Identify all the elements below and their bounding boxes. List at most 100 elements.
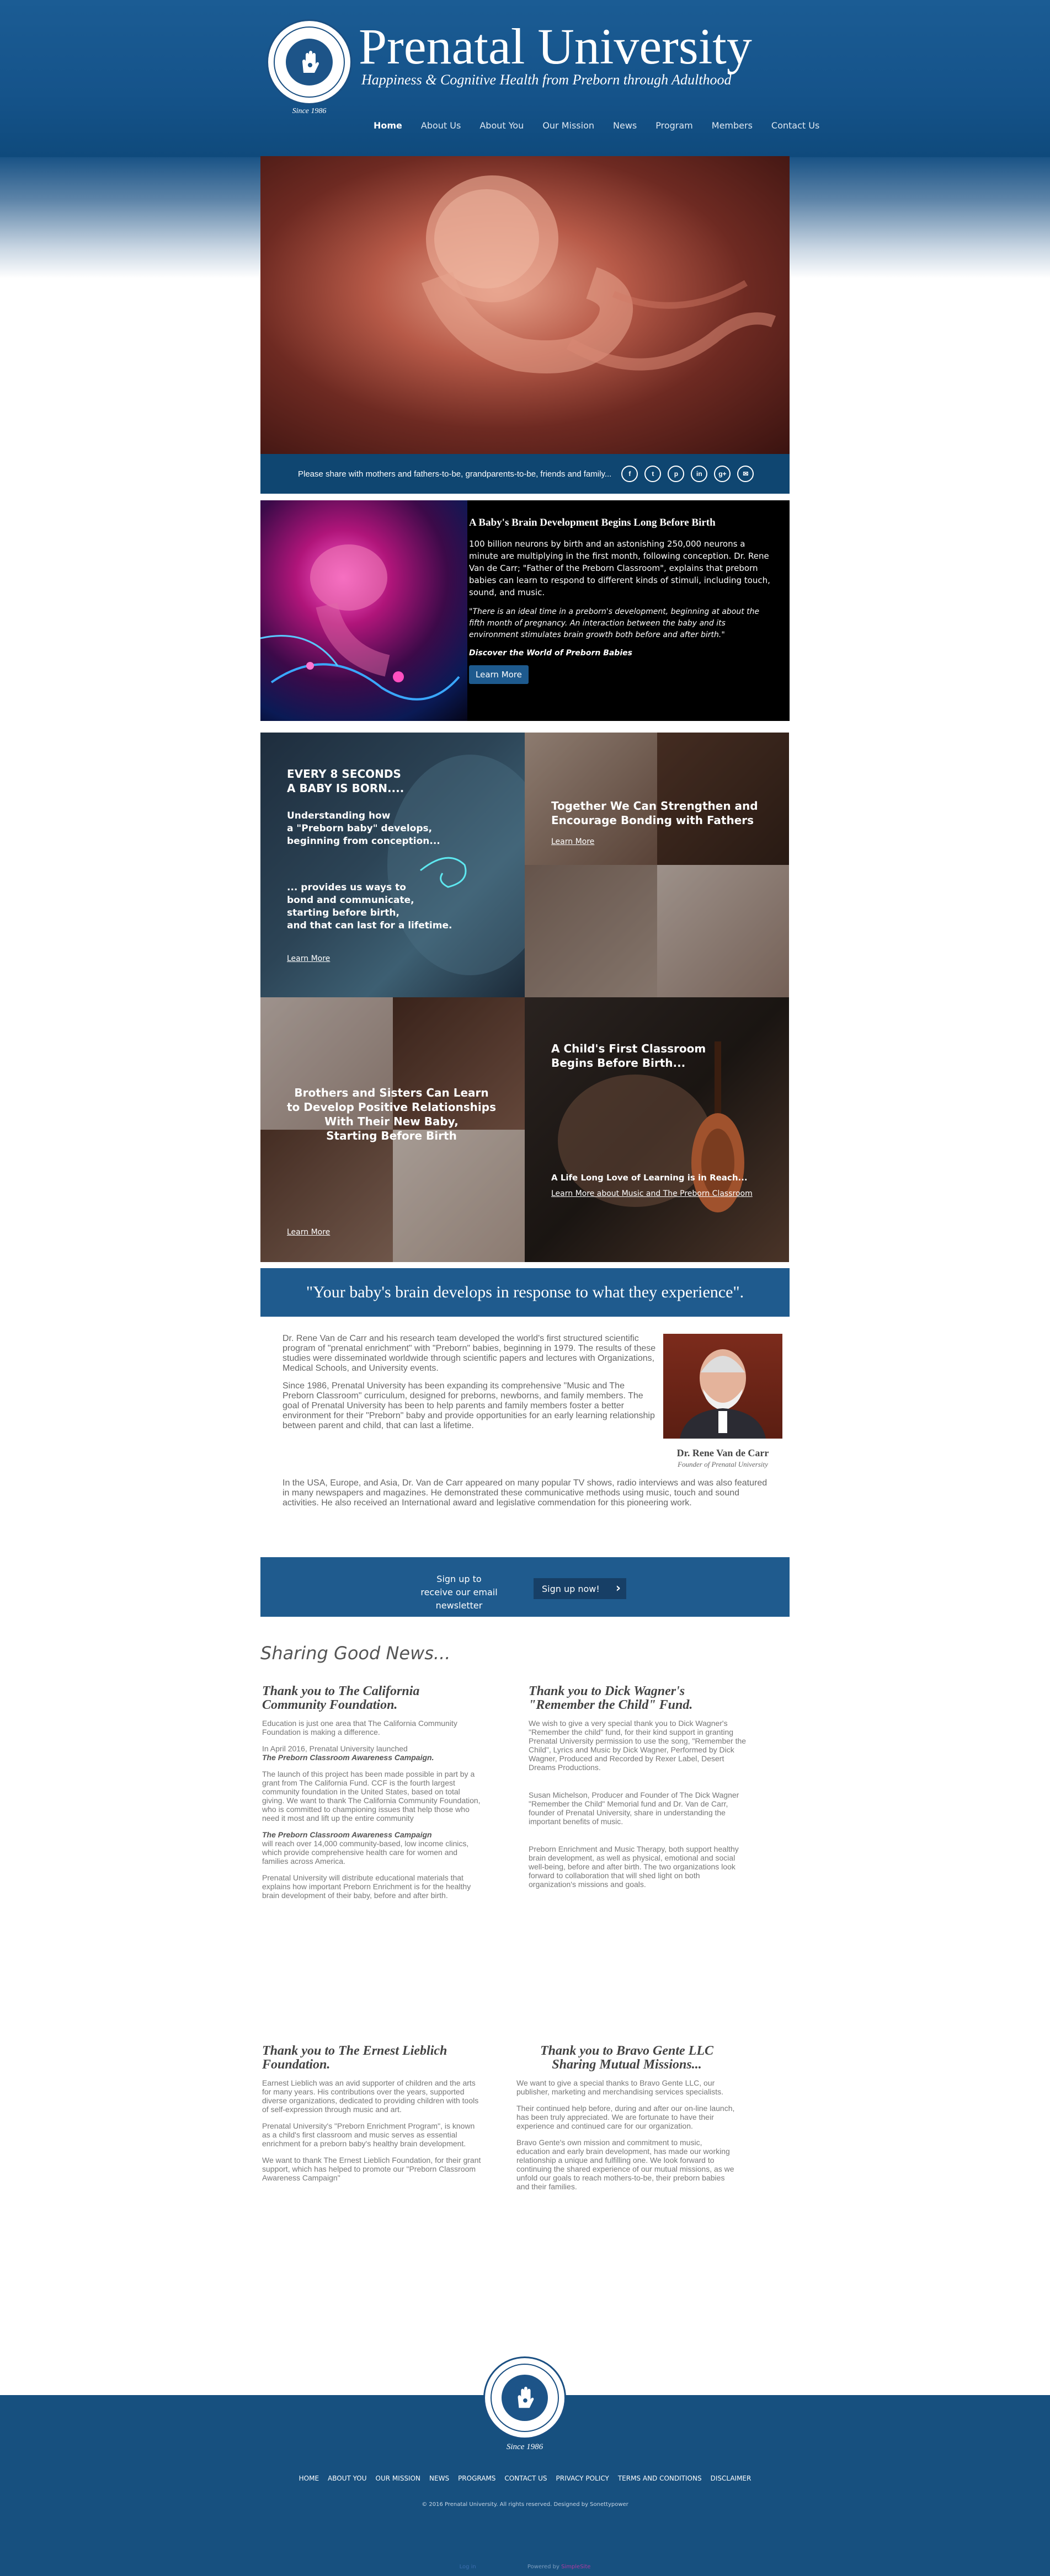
about-paragraph-3: In the USA, Europe, and Asia, Dr. Van de… bbox=[283, 1478, 767, 1508]
news-california-foundation: Thank you to The California Community Fo… bbox=[262, 1685, 483, 1907]
footer-link-home[interactable]: HOME bbox=[295, 2475, 323, 2482]
hand-icon bbox=[302, 50, 319, 73]
about-paragraph-1: Dr. Rene Van de Carr and his research te… bbox=[283, 1334, 656, 1373]
tile2-learn-more-link[interactable]: Learn More bbox=[551, 837, 594, 846]
footer-link-programs[interactable]: PROGRAMS bbox=[454, 2475, 500, 2482]
tile1-heading: EVERY 8 SECONDS A BABY IS BORN.... bbox=[287, 767, 404, 795]
news3-paragraph-3: We want to thank The Ernest Lieblich Fou… bbox=[262, 2156, 481, 2182]
google-plus-icon[interactable]: g+ bbox=[714, 466, 731, 482]
signup-button[interactable]: Sign up now! › bbox=[534, 1578, 626, 1599]
main-nav: Home About Us About You Our Mission News… bbox=[364, 120, 829, 131]
nav-contact-us[interactable]: Contact Us bbox=[762, 120, 829, 131]
simplesite-link[interactable]: SimpleSite bbox=[561, 2564, 590, 2570]
news1-paragraph-3: The launch of this project has been made… bbox=[262, 1770, 481, 1823]
tile1-learn-more-link[interactable]: Learn More bbox=[287, 954, 330, 963]
tile3-heading: Brothers and Sisters Can Learn to Develo… bbox=[287, 1086, 496, 1142]
nav-home[interactable]: Home bbox=[364, 120, 412, 131]
news4-paragraph-1: We want to give a special thanks to Brav… bbox=[516, 2078, 724, 2096]
nav-about-you[interactable]: About You bbox=[470, 120, 533, 131]
facebook-icon[interactable]: f bbox=[621, 466, 638, 482]
news1-paragraph-2: In April 2016, Prenatal University launc… bbox=[262, 1744, 408, 1753]
share-text: Please share with mothers and fathers-to… bbox=[298, 469, 612, 479]
since-year: Since 1986 bbox=[292, 107, 327, 115]
signup-button-label: Sign up now! bbox=[542, 1583, 600, 1594]
brain-title: A Baby's Brain Development Begins Long B… bbox=[469, 517, 716, 528]
nav-about-us[interactable]: About Us bbox=[412, 120, 470, 131]
tile1-subtext: Understanding how a "Preborn baby" devel… bbox=[287, 810, 440, 847]
share-bar: Please share with mothers and fathers-to… bbox=[260, 454, 790, 494]
footer-link-disclaimer[interactable]: DISCLAIMER bbox=[706, 2475, 756, 2482]
tile-fathers: Together We Can Strengthen and Encourage… bbox=[525, 733, 789, 997]
about-paragraph-2: Since 1986, Prenatal University has been… bbox=[283, 1381, 655, 1430]
tile4-music-link[interactable]: Learn More about Music and The Preborn C… bbox=[551, 1189, 753, 1198]
footer-link-our-mission[interactable]: OUR MISSION bbox=[371, 2475, 425, 2482]
footer-link-contact-us[interactable]: CONTACT US bbox=[500, 2475, 551, 2482]
news3-paragraph-1: Earnest Lieblich was an avid supporter o… bbox=[262, 2078, 479, 2114]
hand-icon bbox=[518, 2386, 534, 2408]
footer-logo[interactable] bbox=[483, 2356, 566, 2439]
news1-campaign-name-2: The Preborn Classroom Awareness Campaign bbox=[262, 1830, 432, 1839]
news2-paragraph-1: We wish to give a very special thank you… bbox=[529, 1719, 747, 1772]
nav-our-mission[interactable]: Our Mission bbox=[533, 120, 604, 131]
powered-by-label: Powered by bbox=[527, 2564, 559, 2570]
news-bravo-gente: Thank you to Bravo Gente LLC Sharing Mut… bbox=[516, 2044, 737, 2199]
footer-link-privacy-policy[interactable]: PRIVACY POLICY bbox=[552, 2475, 614, 2482]
footer-link-news[interactable]: NEWS bbox=[425, 2475, 454, 2482]
pinterest-icon[interactable]: p bbox=[668, 466, 685, 482]
neuron-fetus-image bbox=[260, 500, 467, 721]
news2-paragraph-2: Susan Michelson, Producer and Founder of… bbox=[529, 1791, 739, 1826]
doctor-photo bbox=[663, 1334, 782, 1439]
tile1-subtext-2: ... provides us ways to bond and communi… bbox=[287, 882, 452, 931]
news4-paragraph-2: Their continued help before, during and … bbox=[516, 2104, 735, 2130]
tile4-heading: A Child's First Classroom Begins Before … bbox=[551, 1042, 706, 1070]
hero-fetus-image bbox=[260, 156, 790, 454]
footer-copyright: © 2016 Prenatal University. All rights r… bbox=[422, 2502, 628, 2508]
site-tagline: Happiness & Cognitive Health from Prebor… bbox=[361, 72, 732, 88]
tile4-subtext: A Life Long Love of Learning is in Reach… bbox=[551, 1173, 748, 1183]
signup-text: Sign up to receive our email newsletter bbox=[420, 1574, 498, 1611]
tile3-learn-more-link[interactable]: Learn More bbox=[287, 1228, 330, 1237]
learn-more-button[interactable]: Learn More bbox=[469, 665, 529, 684]
tile2-heading: Together We Can Strengthen and Encourage… bbox=[551, 799, 758, 827]
newsletter-signup: Sign up to receive our email newsletter … bbox=[260, 1557, 790, 1617]
news2-paragraph-3: Preborn Enrichment and Music Therapy, bo… bbox=[529, 1845, 739, 1889]
tile-siblings: Brothers and Sisters Can Learn to Develo… bbox=[260, 997, 525, 1262]
doctor-name: Dr. Rene Van de Carr bbox=[676, 1447, 769, 1458]
news-dick-wagner: Thank you to Dick Wagner's "Remember the… bbox=[529, 1685, 749, 1896]
site-title[interactable]: Prenatal University bbox=[359, 21, 752, 72]
site-logo[interactable] bbox=[267, 19, 352, 105]
tile-every-8-seconds: EVERY 8 SECONDS A BABY IS BORN.... Under… bbox=[260, 733, 525, 997]
news3-paragraph-2: Prenatal University's "Preborn Enrichmen… bbox=[262, 2121, 475, 2148]
news1-campaign-name: The Preborn Classroom Awareness Campaign… bbox=[262, 1753, 434, 1762]
nav-members[interactable]: Members bbox=[702, 120, 762, 131]
quote-text: "Your baby's brain develops in response … bbox=[306, 1283, 744, 1301]
news-section-title: Sharing Good News... bbox=[260, 1643, 451, 1664]
footer-link-terms[interactable]: TERMS AND CONDITIONS bbox=[614, 2475, 706, 2482]
share-icons: f t p in g+ ✉ bbox=[621, 466, 754, 482]
news1-paragraph-5: Prenatal University will distribute educ… bbox=[262, 1873, 471, 1900]
brain-quote: "There is an ideal time in a preborn's d… bbox=[469, 607, 760, 639]
discover-preborn-link[interactable]: Discover the World of Preborn Babies bbox=[469, 649, 772, 658]
doctor-role: Founder of Prenatal University bbox=[678, 1460, 768, 1468]
twitter-icon[interactable]: t bbox=[644, 466, 662, 482]
footer-bottom-bar: Log in Powered by SimpleSite bbox=[0, 2564, 1050, 2570]
brain-development-section: A Baby's Brain Development Begins Long B… bbox=[260, 500, 790, 721]
footer-nav: HOME ABOUT YOU OUR MISSION NEWS PROGRAMS… bbox=[0, 2475, 1050, 2482]
news1-heading: Thank you to The California Community Fo… bbox=[262, 1684, 420, 1712]
quote-banner: "Your baby's brain develops in response … bbox=[260, 1268, 790, 1317]
login-link[interactable]: Log in bbox=[460, 2564, 476, 2570]
news2-heading: Thank you to Dick Wagner's "Remember the… bbox=[529, 1684, 693, 1712]
footer-link-about-you[interactable]: ABOUT YOU bbox=[323, 2475, 371, 2482]
news4-paragraph-3: Bravo Gente's own mission and commitment… bbox=[516, 2138, 734, 2191]
tile-first-classroom: A Child's First Classroom Begins Before … bbox=[525, 997, 789, 1262]
email-icon[interactable]: ✉ bbox=[737, 466, 754, 482]
footer-since-year: Since 1986 bbox=[506, 2443, 543, 2451]
nav-news[interactable]: News bbox=[604, 120, 646, 131]
news1-paragraph-4: will reach over 14,000 community-based, … bbox=[262, 1839, 469, 1866]
linkedin-icon[interactable]: in bbox=[691, 466, 708, 482]
violin-belly-image bbox=[558, 1041, 744, 1212]
news1-paragraph-1: Education is just one area that The Cali… bbox=[262, 1719, 457, 1736]
brain-paragraph: 100 billion neurons by birth and an asto… bbox=[469, 539, 770, 597]
news-ernest-lieblich: Thank you to The Ernest Lieblich Foundat… bbox=[262, 2044, 483, 2190]
nav-program[interactable]: Program bbox=[646, 120, 702, 131]
